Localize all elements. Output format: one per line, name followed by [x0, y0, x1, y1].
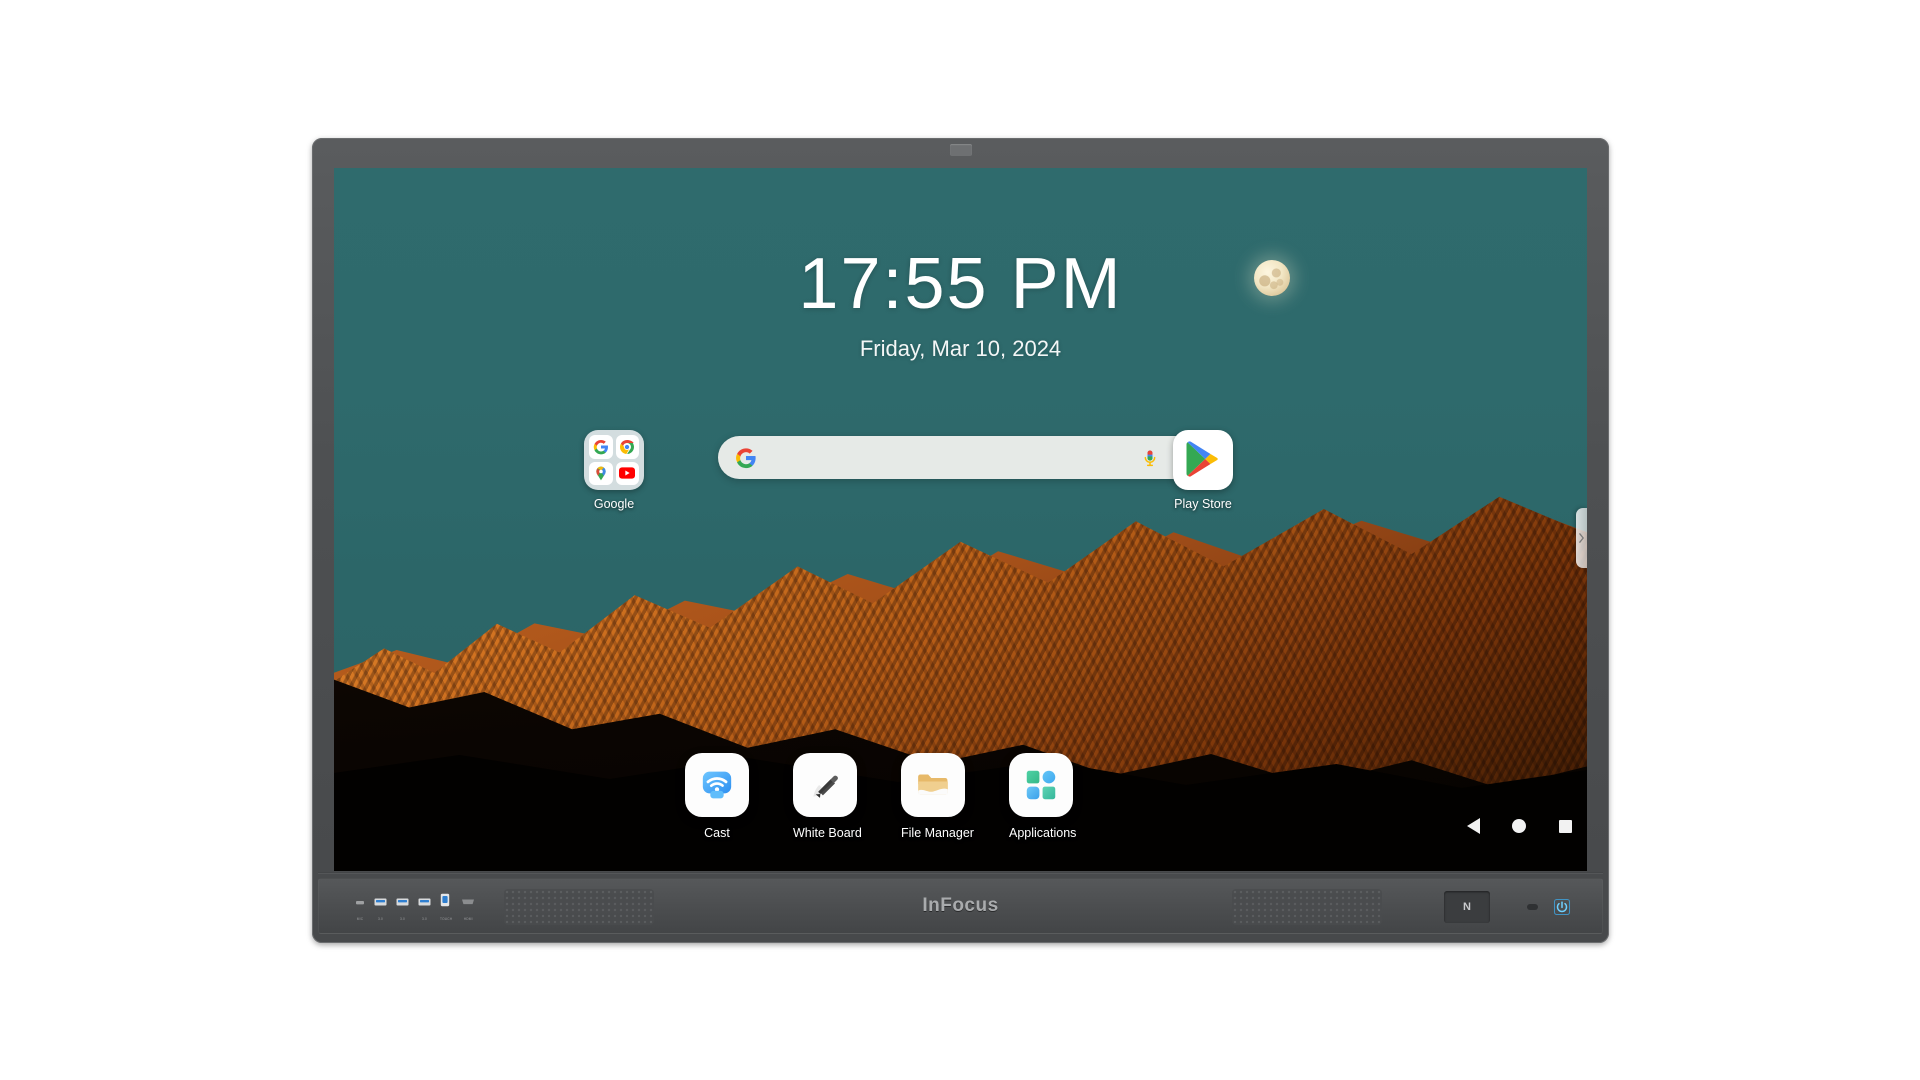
cast-screen-icon [685, 753, 749, 817]
home-app-play-store[interactable]: Play Store [1167, 430, 1239, 511]
app-dock: Cast White Board File Manager Applicatio… [685, 753, 1077, 840]
micro-usb-port-icon: MIC [355, 898, 365, 925]
microphone-icon[interactable] [1138, 446, 1162, 470]
dock-label: File Manager [901, 826, 974, 840]
chin-divider [318, 872, 1603, 874]
hdmi-port-icon: HDMI [461, 897, 475, 925]
folder-file-manager-icon [901, 753, 965, 817]
clock-widget[interactable]: 17:55 PM Friday, Mar 10, 2024 [334, 248, 1587, 362]
chrome-icon [615, 435, 639, 459]
speaker-grille-left [504, 889, 654, 925]
dock-item-file-manager[interactable]: File Manager [901, 753, 974, 840]
usb-port-icon: 3.0 [396, 897, 409, 925]
folder-preview-grid [584, 430, 644, 490]
usb-port-icon: 3.0 [374, 897, 387, 925]
youtube-icon [615, 461, 639, 485]
side-drawer-handle[interactable] [1576, 508, 1587, 568]
dock-label: Applications [1009, 826, 1077, 840]
dock-item-white-board[interactable]: White Board [793, 753, 862, 840]
google-play-store-icon [1173, 430, 1233, 490]
dock-label: White Board [793, 826, 862, 840]
display-screen[interactable]: 17:55 PM Friday, Mar 10, 2024 Google Pla… [334, 168, 1587, 871]
clock-time: 17:55 PM [798, 244, 1123, 324]
camera-sensor-icon [949, 144, 972, 156]
interactive-display-device: 17:55 PM Friday, Mar 10, 2024 Google Pla… [312, 138, 1609, 943]
nfc-label: N [1463, 901, 1471, 913]
chevron-right-icon [1579, 533, 1585, 543]
clock-date: Friday, Mar 10, 2024 [859, 336, 1062, 361]
search-input[interactable] [758, 436, 1138, 479]
io-port-cluster: MIC 3.0 3.0 3.0 TOUCH HDMI [355, 893, 475, 925]
dock-item-applications[interactable]: Applications [1009, 753, 1077, 840]
usb-port-icon: 3.0 [418, 897, 431, 925]
google-g-icon [734, 446, 758, 470]
home-folder-label: Google [593, 497, 635, 511]
power-button[interactable] [1552, 897, 1572, 917]
dock-label: Cast [704, 826, 730, 840]
back-triangle-icon[interactable] [1465, 818, 1481, 834]
pen-whiteboard-icon [793, 753, 857, 817]
speaker-grille-right [1232, 889, 1382, 925]
google-maps-icon [589, 461, 613, 485]
brand-logo: InFocus [922, 895, 999, 916]
google-search-icon [589, 435, 613, 459]
ir-receiver-icon [1527, 904, 1538, 910]
android-navigation-bar [1465, 818, 1573, 834]
device-chin-bar: MIC 3.0 3.0 3.0 TOUCH HDMI InFocus N [318, 878, 1603, 934]
home-circle-icon[interactable] [1511, 818, 1527, 834]
screenshot-stage: 17:55 PM Friday, Mar 10, 2024 Google Pla… [0, 0, 1920, 1080]
home-app-label: Play Store [1174, 497, 1232, 511]
google-search-bar[interactable] [718, 436, 1218, 479]
app-grid-icon [1009, 753, 1073, 817]
dock-item-cast[interactable]: Cast [685, 753, 749, 840]
nfc-pad-icon[interactable]: N [1444, 891, 1490, 923]
home-folder-google[interactable]: Google [578, 430, 650, 511]
recents-square-icon[interactable] [1557, 818, 1573, 834]
usb-touch-port-icon: TOUCH [440, 893, 452, 925]
